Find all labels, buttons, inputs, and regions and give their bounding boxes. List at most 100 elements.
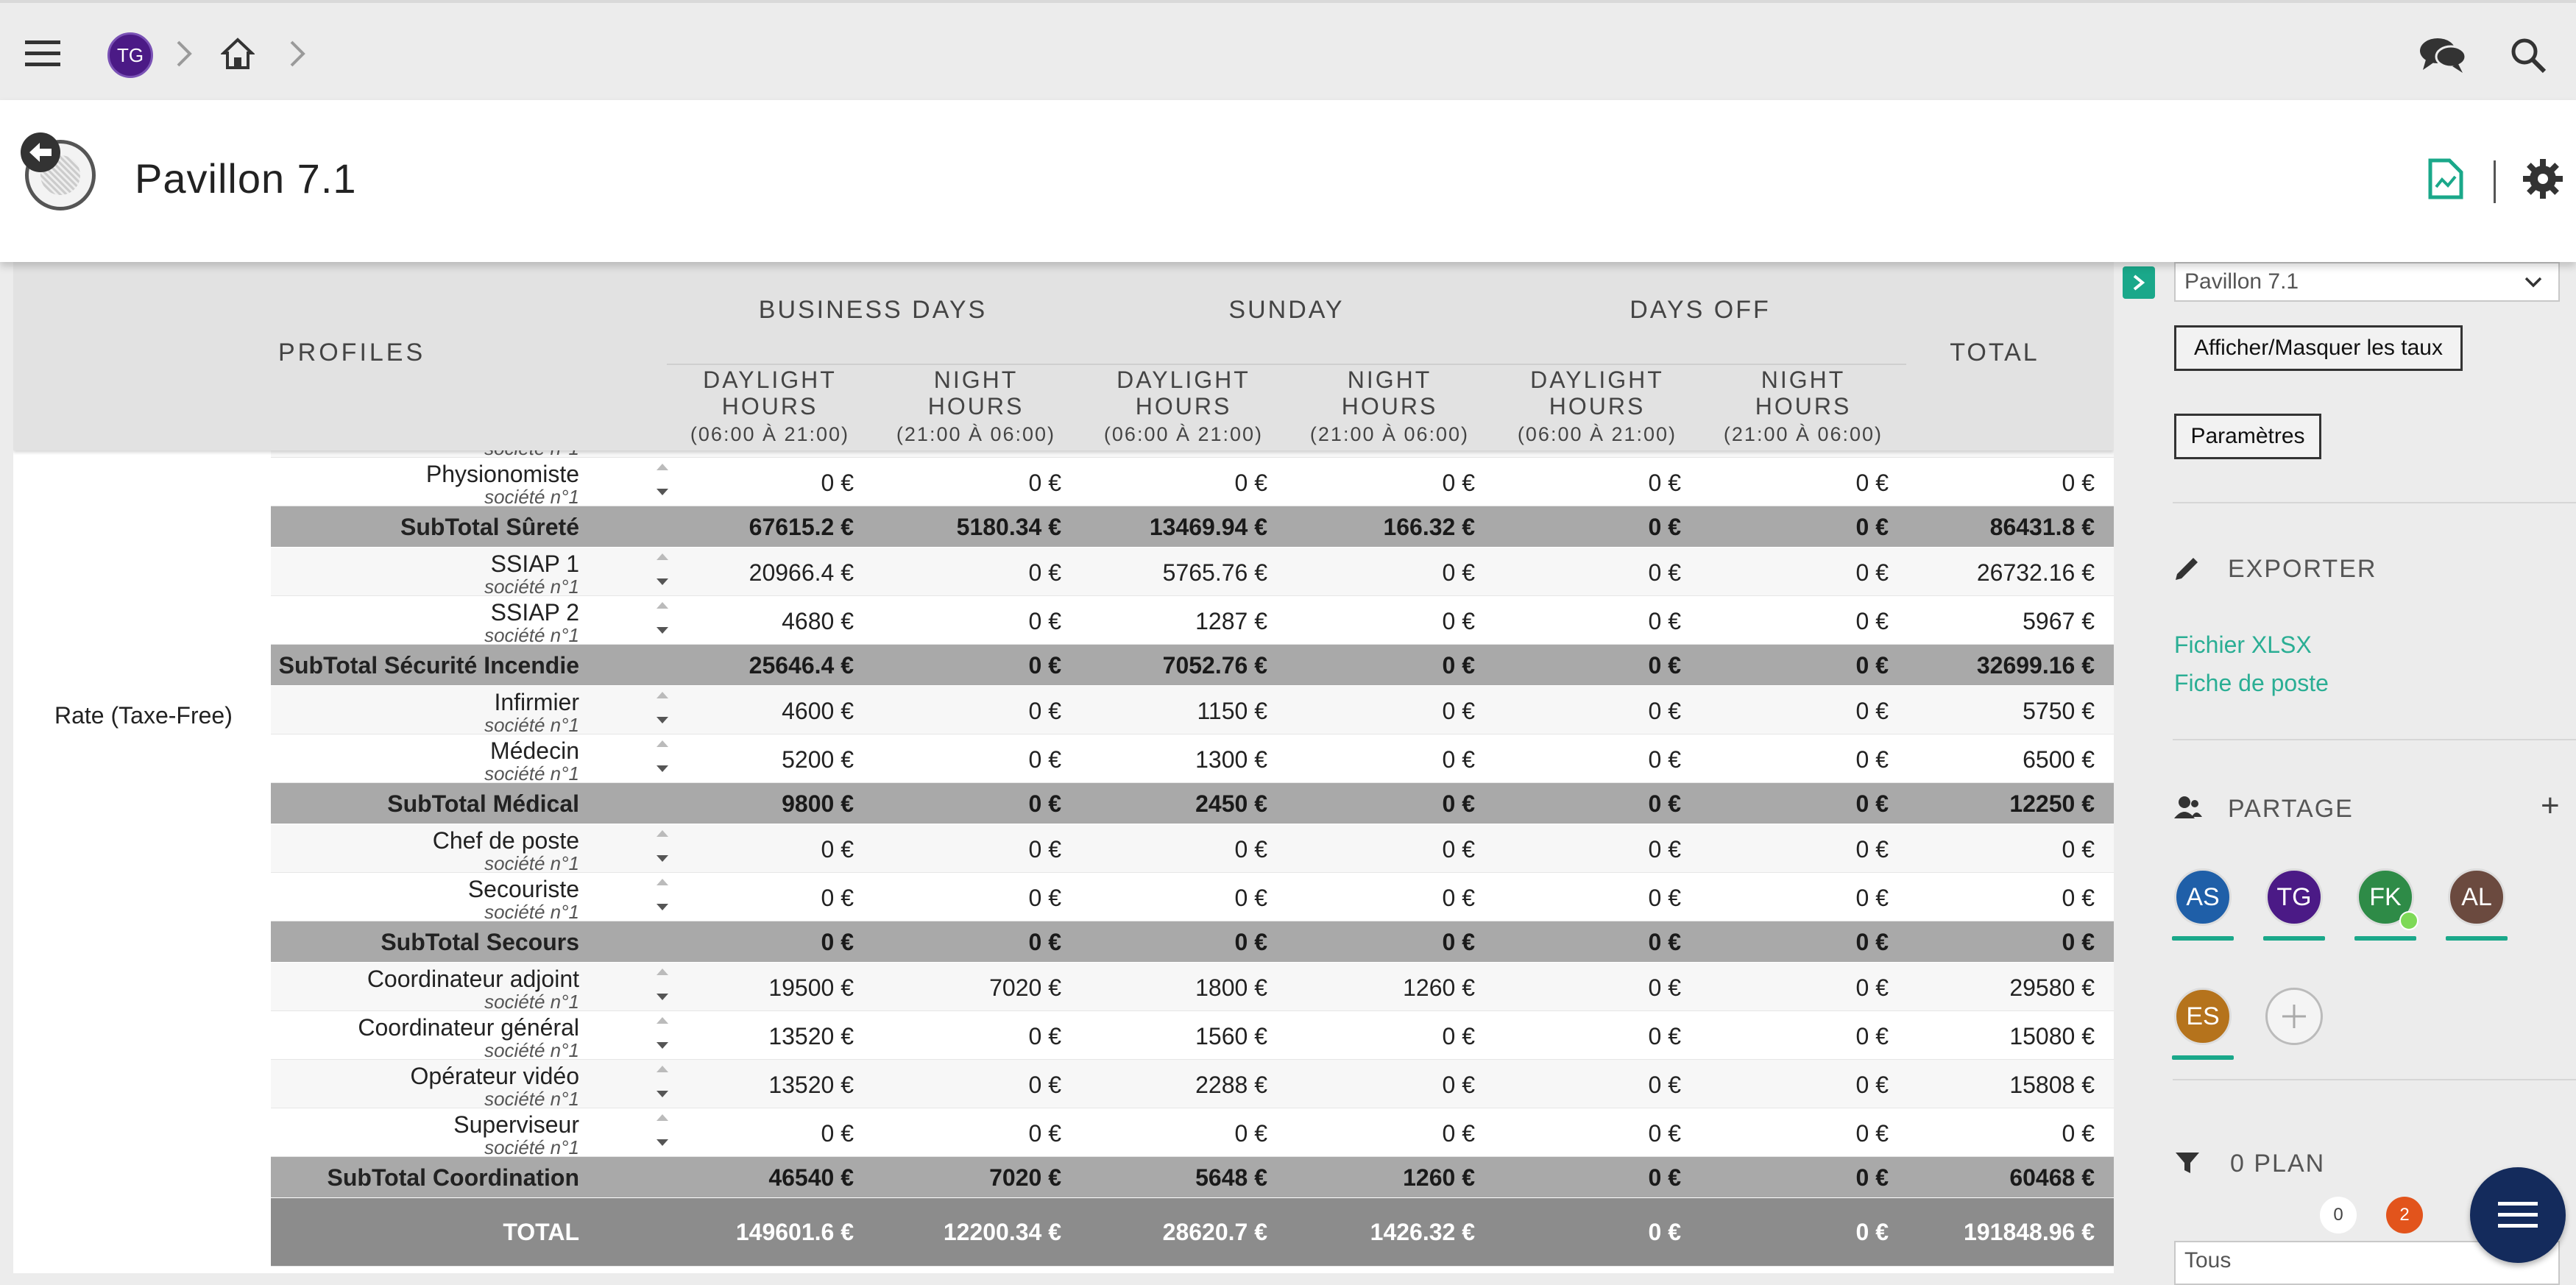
- table-cell: 2450 €: [1195, 790, 1267, 817]
- table-cell: 0 €: [1028, 885, 1061, 911]
- chevron-right-icon: [283, 29, 312, 78]
- table-cell: 67615.2 €: [749, 514, 854, 540]
- add-share-plus-icon[interactable]: +: [2541, 787, 2560, 824]
- profile-company: société n°1: [484, 486, 579, 508]
- table-cell: 5750 €: [2023, 698, 2095, 724]
- sort-stepper-icon[interactable]: [654, 879, 671, 916]
- table-cell: 1300 €: [1195, 746, 1267, 773]
- table-cell: 0 €: [1028, 929, 1061, 955]
- menu-icon[interactable]: [16, 31, 69, 77]
- profile-company: société n°1: [484, 762, 579, 785]
- floating-menu-button[interactable]: [2470, 1167, 2566, 1263]
- table-cell: 0 €: [1855, 1023, 1889, 1049]
- total-row: TOTAL 149601.6 € 12200.34 € 28620.7 € 1426.3…: [271, 1198, 2114, 1267]
- table-cell: 0 €: [1028, 698, 1061, 724]
- rate-label: Rate (Taxe-Free): [54, 702, 233, 729]
- avatar-underline: [2354, 936, 2416, 941]
- table-row: Médecin société n°1 5200 € 0 € 1300 € 0 € 0 € 0…: [271, 734, 2114, 785]
- export-xlsx-link[interactable]: Fichier XLSX: [2174, 631, 2312, 659]
- export-title: EXPORTER: [2228, 555, 2377, 583]
- sort-stepper-icon[interactable]: [654, 1114, 671, 1151]
- table-cell: 0 €: [2062, 470, 2095, 496]
- table-cell: 0 €: [1648, 514, 1681, 540]
- table-cell: 0 €: [1648, 746, 1681, 773]
- table-cell: 0 €: [1855, 790, 1889, 817]
- table-cell: 0 €: [1855, 559, 1889, 586]
- table-cell: 0 €: [1442, 559, 1475, 586]
- table-cell: 0 €: [1234, 1120, 1267, 1147]
- profile-company: société n°1: [484, 991, 579, 1013]
- sort-stepper-icon[interactable]: [654, 464, 671, 500]
- table-cell: 26732.16 €: [1976, 559, 2095, 586]
- shared-user-avatar[interactable]: TG: [2265, 868, 2323, 926]
- profile-name: Coordinateur adjoint: [367, 966, 579, 992]
- export-job-sheet-link[interactable]: Fiche de poste: [2174, 670, 2329, 697]
- table-cell: 5200 €: [782, 746, 854, 773]
- header-sub-col-4: NIGHT HOURS (21:00 À 06:00): [1309, 367, 1470, 445]
- table-cell: 13520 €: [768, 1072, 854, 1098]
- table-cell: 0 €: [1855, 514, 1889, 540]
- header-profiles: PROFILES: [278, 339, 426, 367]
- table-header: PROFILES TOTAL BUSINESS DAYS SUNDAY DAYS…: [13, 262, 2114, 450]
- top-bar: TG: [0, 0, 2576, 100]
- profile-name: Physionomiste: [425, 461, 579, 487]
- pavillon-select[interactable]: Pavillon 7.1: [2174, 262, 2560, 302]
- settings-button[interactable]: Paramètres: [2174, 414, 2321, 459]
- chat-icon[interactable]: [2414, 29, 2471, 81]
- table-cell: 0 €: [1442, 1072, 1475, 1098]
- sort-stepper-icon[interactable]: [654, 1066, 671, 1102]
- profile-company: société n°1: [484, 901, 579, 923]
- sort-stepper-icon[interactable]: [654, 969, 671, 1005]
- profile-company: société n°1: [484, 1039, 579, 1061]
- subtotal-row: SubTotal Coordination 46540 € 7020 € 5648 €…: [271, 1157, 2114, 1198]
- plan-title: 0 PLAN: [2230, 1150, 2326, 1178]
- sort-stepper-icon[interactable]: [654, 553, 671, 590]
- table-cell: 6500 €: [2023, 746, 2095, 773]
- header-total: TOTAL: [1950, 339, 2039, 367]
- shared-user-avatar[interactable]: AL: [2448, 868, 2505, 926]
- user-avatar[interactable]: TG: [107, 32, 153, 78]
- avatar-underline: [2172, 936, 2234, 941]
- table-row: SSIAP 2 société n°1 4680 € 0 € 1287 € 0 € 0 € 0…: [271, 596, 2114, 646]
- sort-stepper-icon[interactable]: [654, 1017, 671, 1054]
- gear-icon[interactable]: [2522, 157, 2564, 200]
- sort-stepper-icon[interactable]: [654, 830, 671, 867]
- shared-user-avatar[interactable]: ES: [2174, 988, 2232, 1045]
- table-cell: 0 €: [1648, 929, 1681, 955]
- table-cell: 12200.34 €: [943, 1219, 1061, 1245]
- expand-panel-icon[interactable]: [2123, 266, 2155, 299]
- table-cell: 4680 €: [782, 608, 854, 634]
- add-user-icon[interactable]: [2265, 988, 2323, 1045]
- sort-stepper-icon[interactable]: [654, 692, 671, 729]
- toggle-rates-button[interactable]: Afficher/Masquer les taux: [2174, 325, 2463, 371]
- table-cell: 0 €: [1028, 559, 1061, 586]
- document-icon[interactable]: [2426, 157, 2466, 200]
- home-icon[interactable]: [215, 29, 261, 78]
- profile-name: Infirmier: [494, 689, 579, 715]
- table-cell: 1800 €: [1195, 974, 1267, 1001]
- users-icon: [2173, 793, 2207, 827]
- table-cell: 0 €: [1442, 1120, 1475, 1147]
- table-cell: 0 €: [1028, 746, 1061, 773]
- table-cell: 5648 €: [1195, 1164, 1267, 1191]
- table-cell: 0 €: [1648, 1023, 1681, 1049]
- shared-user-avatar[interactable]: AS: [2174, 868, 2232, 926]
- search-icon[interactable]: [2502, 29, 2554, 81]
- filter-icon: [2173, 1148, 2207, 1182]
- sort-stepper-icon[interactable]: [654, 740, 671, 777]
- pavillon-select-value: Pavillon 7.1: [2184, 269, 2299, 294]
- table-cell: 0 €: [1648, 1120, 1681, 1147]
- table-row: Opérateur vidéo société n°1 13520 € 0 € 2288…: [271, 1060, 2114, 1110]
- subtotal-row: SubTotal Sûreté 67615.2 € 5180.34 € 13469.9…: [271, 506, 2114, 548]
- back-arrow-icon[interactable]: [21, 132, 60, 172]
- table-row: Superviseur société n°1 0 € 0 € 0 € 0 € 0 € 0 €…: [271, 1108, 2114, 1158]
- sort-stepper-icon[interactable]: [654, 602, 671, 639]
- table-cell: 0 €: [1028, 608, 1061, 634]
- chevron-down-icon: [2523, 268, 2544, 303]
- table-cell: 7052.76 €: [1162, 652, 1267, 679]
- table-cell: 166.32 €: [1383, 514, 1475, 540]
- right-sidebar: Pavillon 7.1 Afficher/Masquer les taux P…: [2114, 262, 2576, 1285]
- chevron-right-icon: [169, 29, 199, 78]
- plan-filter-value: Tous: [2184, 1248, 2232, 1272]
- profile-name: Secouriste: [467, 876, 579, 902]
